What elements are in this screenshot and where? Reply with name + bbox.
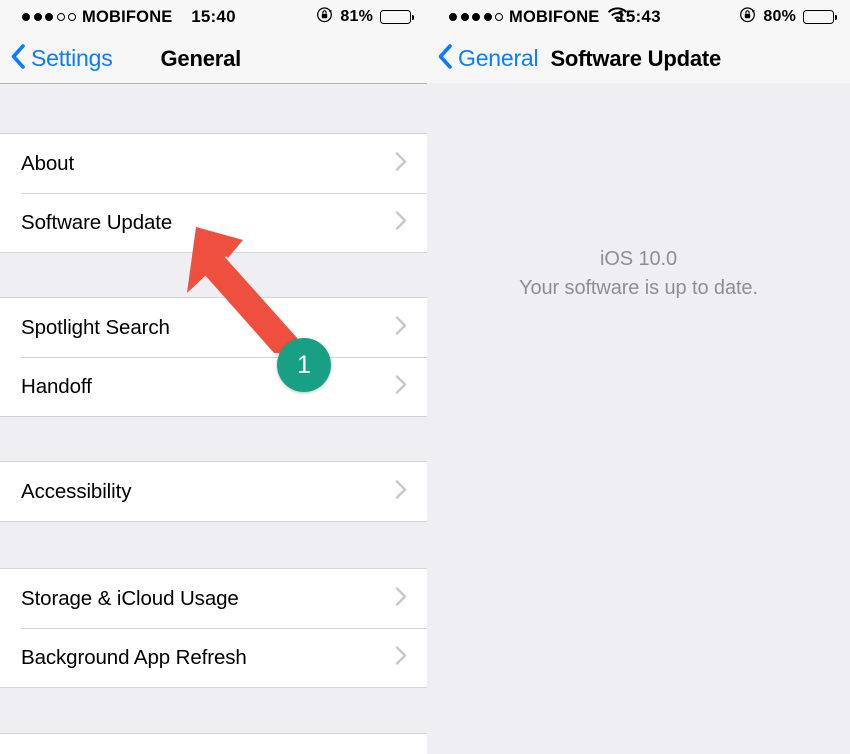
settings-row-about[interactable]: About	[0, 134, 427, 193]
software-update-status: iOS 10.0 Your software is up to date.	[427, 245, 850, 303]
software-update-body: iOS 10.0 Your software is up to date.	[427, 83, 850, 754]
settings-row-label: Background App Refresh	[21, 645, 247, 669]
back-button-label: General	[458, 45, 539, 71]
chevron-right-icon	[395, 586, 407, 611]
list-gap-2	[0, 417, 427, 461]
settings-row-storage-icloud-usage[interactable]: Storage & iCloud Usage	[0, 569, 427, 628]
rotation-lock-icon	[739, 6, 756, 28]
settings-row-partial[interactable]	[0, 734, 427, 754]
chevron-right-icon	[395, 479, 407, 504]
settings-group-3: Accessibility	[0, 461, 427, 522]
clock-label: 15:40	[191, 7, 236, 26]
chevron-right-icon	[395, 151, 407, 176]
rotation-lock-icon	[316, 6, 333, 28]
chevron-right-icon	[395, 210, 407, 235]
battery-percent-label: 80%	[763, 8, 796, 25]
battery-icon	[803, 10, 837, 24]
settings-row-accessibility[interactable]: Accessibility	[0, 462, 427, 521]
settings-row-label: Handoff	[21, 374, 92, 398]
settings-row-label: About	[21, 151, 75, 175]
right-status-bar: MOBIFONE 15:43 80%	[427, 0, 850, 34]
page-title: Software Update	[550, 45, 722, 71]
settings-row-label: Storage & iCloud Usage	[21, 586, 239, 610]
clock-label: 15:43	[616, 7, 661, 26]
settings-row-background-app-refresh[interactable]: Background App Refresh	[0, 628, 427, 687]
battery-percent-label: 81%	[340, 8, 373, 25]
chevron-left-icon	[10, 43, 26, 75]
back-button-general[interactable]: General	[437, 43, 539, 75]
settings-row-spotlight-search[interactable]: Spotlight Search	[0, 298, 427, 357]
page-title: General	[160, 45, 242, 71]
settings-group-4: Storage & iCloud Usage Background App Re…	[0, 568, 427, 688]
list-gap-1	[0, 253, 427, 297]
settings-row-handoff[interactable]: Handoff	[0, 357, 427, 416]
chevron-left-icon	[437, 43, 453, 75]
settings-group-5-partial	[0, 733, 427, 754]
up-to-date-label: Your software is up to date.	[519, 277, 758, 299]
list-top-gap	[0, 84, 427, 133]
right-screen-pane: MOBIFONE 15:43 80% General Software Upda…	[427, 0, 850, 754]
back-button-settings[interactable]: Settings	[10, 43, 113, 75]
settings-row-label: Accessibility	[21, 479, 132, 503]
list-gap-4	[0, 688, 427, 733]
chevron-right-icon	[395, 645, 407, 670]
list-gap-3	[0, 522, 427, 568]
general-settings-list: About Software Update Spotlight Search H…	[0, 84, 427, 754]
settings-row-label: Spotlight Search	[21, 315, 170, 339]
ios-version-label: iOS 10.0	[599, 248, 678, 270]
settings-group-2: Spotlight Search Handoff	[0, 297, 427, 417]
settings-row-software-update[interactable]: Software Update	[0, 193, 427, 252]
dual-screenshot: MOBIFONE 15:40 81% Settings General Abou…	[0, 0, 850, 754]
back-button-label: Settings	[31, 45, 113, 71]
left-screen-pane: MOBIFONE 15:40 81% Settings General Abou…	[0, 0, 427, 754]
settings-group-1: About Software Update	[0, 133, 427, 253]
left-status-bar: MOBIFONE 15:40 81%	[0, 0, 427, 34]
left-nav-bar: Settings General	[0, 34, 427, 84]
chevron-right-icon	[395, 315, 407, 340]
right-nav-bar: General Software Update	[427, 34, 850, 84]
battery-icon	[380, 10, 414, 24]
chevron-right-icon	[395, 374, 407, 399]
settings-row-label: Software Update	[21, 210, 173, 234]
